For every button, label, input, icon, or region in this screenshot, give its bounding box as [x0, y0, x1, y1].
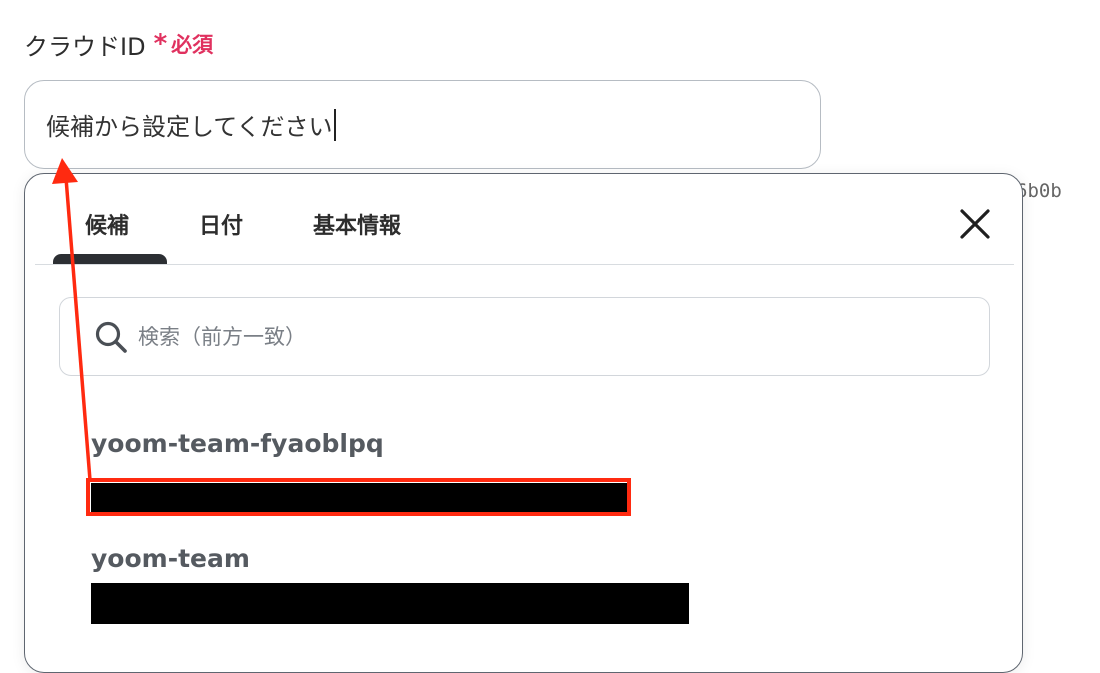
close-icon — [960, 209, 990, 239]
tab-candidates[interactable]: 候補 — [85, 208, 129, 240]
required-badge: 必須 — [171, 33, 214, 57]
search-box — [59, 297, 990, 376]
close-button[interactable] — [955, 204, 995, 244]
active-tab-indicator — [53, 254, 167, 264]
search-icon — [95, 321, 127, 353]
annotation-highlight-box — [86, 478, 631, 516]
redacted-option-detail — [91, 583, 689, 624]
option-item[interactable]: yoom-team — [91, 544, 250, 573]
field-label-text: クラウドID — [24, 32, 146, 61]
option-name: yoom-team — [91, 544, 250, 573]
cloud-id-input-value: 候補から設定してください — [46, 113, 333, 141]
tab-basic-info[interactable]: 基本情報 — [313, 208, 401, 240]
option-name: yoom-team-fyaoblpq — [91, 429, 384, 458]
suggestion-dropdown: 候補 日付 基本情報 yoom-team-fyaoblpq yoom-team — [24, 173, 1023, 673]
dropdown-tabs: 候補 日付 基本情報 — [35, 174, 1014, 265]
search-input[interactable] — [136, 323, 920, 350]
field-label: クラウドID * 必須 — [24, 26, 213, 62]
option-item[interactable]: yoom-team-fyaoblpq — [91, 429, 384, 458]
required-star-icon: * — [153, 29, 168, 59]
tab-date[interactable]: 日付 — [199, 208, 243, 240]
text-caret — [333, 108, 336, 141]
cloud-id-input[interactable]: 候補から設定してください — [24, 80, 821, 169]
